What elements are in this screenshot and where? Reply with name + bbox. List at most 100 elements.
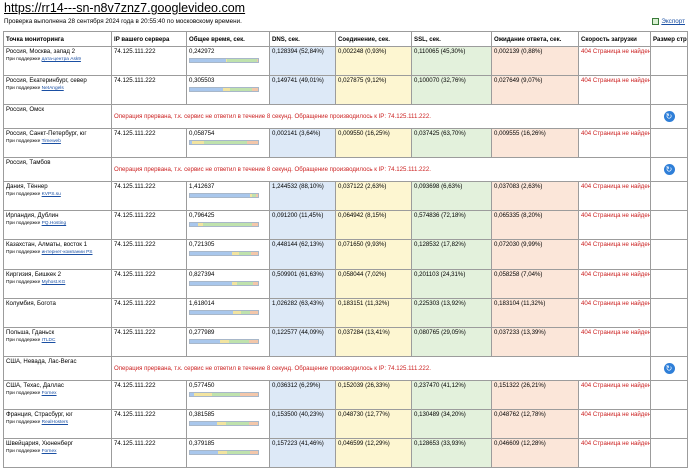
sponsor-link[interactable]: NetAngels [42,86,64,91]
timing-bar [189,222,259,228]
ip-cell: 74.125.111.222 [111,408,187,440]
total-time-value: 0,577450 [189,381,215,389]
ssl-cell: 0,110065 (45,30%) [411,45,492,77]
refresh-icon[interactable]: ↻ [663,111,675,123]
export-link[interactable]: Экспорт [652,18,685,25]
ip-cell: 74.125.111.222 [111,45,187,77]
timeout-message: Операция прервана, т.к. сервис не ответи… [111,104,651,130]
dns-cell: 0,128394 (52,84%) [269,45,336,77]
timing-bar-ssl [229,339,249,343]
sponsor-prefix: При поддержке [6,192,41,198]
speed-cell: 404 Страница не найдена [578,75,651,106]
ssl-cell: 0,037425 (63,70%) [411,128,492,159]
table-row: Польша, Гданьск При поддержке ITLDC 74.125… [3,326,688,357]
timing-bar-ssl [229,88,252,92]
refresh-cell: ↻ [650,355,688,381]
table-header-row: Точка мониторинга IP вашего сервера Обще… [3,31,688,47]
wait-cell: 0,058258 (7,04%) [491,268,579,299]
timing-bar-wait [251,252,258,256]
timing-bar-dns [190,281,232,285]
dns-cell: 0,153500 (40,23%) [269,408,336,440]
location-name: Колумбия, Богота [6,299,56,307]
connect-cell: 0,183151 (11,32%) [335,297,412,328]
timing-bar-wait [257,59,258,62]
total-time-value: 1,618014 [189,299,215,307]
timing-bar-dns [190,421,218,425]
sponsor-link[interactable]: Myhost.KG [42,280,66,285]
sponsor-link[interactable]: Fornex [42,449,57,454]
dns-cell: 0,509901 (61,63%) [269,268,336,299]
refresh-icon[interactable]: ↻ [663,164,675,176]
total-time-value: 0,796425 [189,212,215,220]
table-row: Россия, Санкт-Петербург, юг При поддержке… [3,128,688,159]
sponsor-link[interactable]: Fornex [42,391,57,396]
sponsor-link[interactable]: PQ.Hosting [42,221,67,226]
wait-cell: 0,072030 (9,99%) [491,239,579,270]
col-header[interactable]: Размер страницы [650,31,688,47]
table-row: Ирландия, Дублин При поддержке PQ.Hosting… [3,210,688,241]
timing-bar-dns [190,223,198,227]
location-cell: Россия, Москва, запад 2 При поддержке дат… [3,45,112,77]
ssl-cell: 0,128653 (33,93%) [411,438,492,468]
ssl-cell: 0,201103 (24,31%) [411,268,492,299]
connect-cell: 0,037284 (13,41%) [335,326,412,357]
sponsor-line: При поддержке Fornex [6,391,109,396]
location-name: США, Невада, Лас-Вегас [6,357,77,365]
timing-bar-wait [251,88,258,92]
size-cell [650,326,688,357]
col-header[interactable]: Соединение, сек. [335,31,412,47]
total-time-value: 0,827394 [189,270,215,278]
location-cell: Россия, Санкт-Петербург, юг При поддержке… [3,128,112,159]
size-cell [650,128,688,159]
timing-bar-dns [190,310,234,314]
site-url-link[interactable]: https://rr14---sn-n8v7znz7.googlevideo.c… [4,1,245,15]
location-cell: Киргизия, Бишкек 2 При поддержке Myhost.K… [3,268,112,299]
location-name: Швейцария, Хюненберг [6,440,74,448]
location-name: США, Техас, Даллас [6,381,64,389]
sponsor-link[interactable]: KVPS.su [42,192,61,197]
total-time-cell: 0,242972 [186,45,270,77]
speed-cell: 404 Страница не найдена [578,128,651,159]
sponsor-link[interactable]: интернет-компании PS [42,250,93,255]
timing-bar-ssl [203,141,247,145]
timing-bar-ssl [226,59,258,62]
table-row: Франция, Страсбург, юг При поддержке Real… [3,408,688,440]
location-cell: Россия, Омск [3,104,112,130]
speed-cell: 404 Страница не найдена [578,438,651,468]
speed-cell: 404 Страница не найдена [578,379,651,410]
timing-bar [189,450,259,456]
sponsor-link[interactable]: дата-центра Ask9 [42,57,81,62]
total-time-cell: 0,277989 [186,326,270,357]
location-cell: Швейцария, Хюненберг При поддержке Fornex [3,438,112,468]
col-header[interactable]: DNS, сек. [269,31,336,47]
total-time-value: 0,058754 [189,130,215,138]
timing-bar [189,140,259,146]
col-header[interactable]: Точка мониторинга [3,31,112,47]
col-header[interactable]: Общее время, сек. [186,31,270,47]
timing-bar-dns [190,252,233,256]
speed-cell: 404 Страница не найдена [578,210,651,241]
sponsor-link[interactable]: RealHosters [42,420,68,425]
location-cell: Ирландия, Дублин При поддержке PQ.Hosting [3,210,112,241]
table-row: Казахстан, Алматы, восток 1 При поддержке… [3,239,688,270]
wait-cell: 0,151322 (26,21%) [491,379,579,410]
sponsor-link[interactable]: ITLDC [42,338,56,343]
sponsor-prefix: При поддержке [6,86,41,92]
col-header[interactable]: Ожидание ответа, сек. [491,31,579,47]
ip-cell: 74.125.111.222 [111,268,187,299]
timing-bar-connect [217,421,227,425]
ip-cell: 74.125.111.222 [111,181,187,212]
wait-cell: 0,009555 (16,26%) [491,128,579,159]
col-header[interactable]: Скорость загрузки [578,31,651,47]
ip-cell: 74.125.111.222 [111,75,187,106]
timing-bar-ssl [226,421,250,425]
timing-bar-connect [218,451,227,455]
ssl-cell: 0,237470 (41,12%) [411,379,492,410]
ssl-cell: 0,093698 (6,63%) [411,181,492,212]
sponsor-link[interactable]: Timeweb [42,139,61,144]
dns-cell: 0,157223 (41,46%) [269,438,336,468]
col-header[interactable]: IP вашего сервера [111,31,187,47]
col-header[interactable]: SSL, сек. [411,31,492,47]
location-cell: Польша, Гданьск При поддержке ITLDC [3,326,112,357]
refresh-icon[interactable]: ↻ [663,362,675,374]
